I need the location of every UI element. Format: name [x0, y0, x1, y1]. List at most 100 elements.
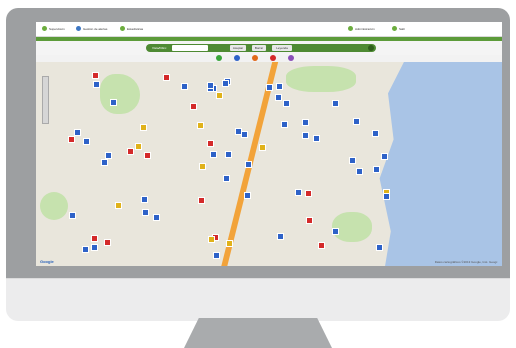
monitor-bezel: Supervisión Gestión de alertas Estadísti… — [6, 8, 510, 278]
nav-label: Estadísticas — [127, 26, 144, 31]
map-marker-icon[interactable] — [141, 195, 149, 203]
map-marker-icon[interactable] — [224, 151, 232, 159]
map-marker-icon[interactable] — [276, 82, 284, 90]
zoom-control[interactable] — [42, 76, 49, 124]
nav-item-stats[interactable]: Estadísticas — [120, 26, 143, 31]
map-marker-icon[interactable] — [375, 244, 383, 252]
map-marker-icon[interactable] — [82, 246, 90, 254]
map-marker-icon[interactable] — [265, 84, 273, 92]
sea-area — [379, 62, 502, 266]
map-marker-icon[interactable] — [331, 100, 339, 108]
map-marker-icon[interactable] — [302, 132, 310, 140]
map-marker-icon[interactable] — [282, 100, 290, 108]
map-marker-icon[interactable] — [317, 241, 325, 249]
map-marker-icon[interactable] — [243, 191, 251, 199]
map-marker-icon[interactable] — [126, 147, 134, 155]
legend-dot[interactable] — [252, 55, 258, 61]
map-marker-icon[interactable] — [348, 157, 356, 165]
map-marker-icon[interactable] — [222, 80, 230, 88]
map-marker-icon[interactable] — [373, 165, 381, 173]
map-marker-icon[interactable] — [352, 118, 360, 126]
map-marker-icon[interactable] — [68, 136, 76, 144]
legend-button[interactable]: Leyenda — [272, 45, 292, 51]
map-marker-icon[interactable] — [100, 158, 108, 166]
google-logo: Google — [40, 259, 54, 264]
nav-label: Administración — [355, 26, 375, 31]
globe-icon — [76, 26, 81, 31]
map-marker-icon[interactable] — [82, 138, 90, 146]
leaf-icon — [42, 26, 47, 31]
map-view[interactable]: Google Datos cartográficos ©2013 Google,… — [36, 62, 502, 266]
map-marker-icon[interactable] — [222, 174, 230, 182]
map-marker-icon[interactable] — [115, 202, 123, 210]
monitor-stand — [184, 318, 332, 348]
map-marker-icon[interactable] — [109, 99, 117, 107]
map-marker-icon[interactable] — [382, 193, 390, 201]
top-nav: Supervisión Gestión de alertas Estadísti… — [36, 22, 502, 37]
status-legend — [216, 55, 294, 61]
map-marker-icon[interactable] — [313, 134, 321, 142]
accept-button[interactable]: Aceptar — [230, 45, 246, 51]
nav-item-supervision[interactable]: Supervisión — [42, 26, 65, 31]
map-marker-icon[interactable] — [163, 73, 171, 81]
map-marker-icon[interactable] — [280, 121, 288, 129]
map-credit: Datos cartográficos ©2013 Google, Inst. … — [434, 260, 498, 264]
nav-item-admin[interactable]: Administración — [348, 26, 375, 31]
map-marker-icon[interactable] — [92, 71, 100, 79]
map-marker-icon[interactable] — [139, 124, 147, 132]
search-icon[interactable] — [368, 45, 374, 51]
map-marker-icon[interactable] — [206, 82, 214, 90]
filter-label: Vista/Filtro: — [152, 46, 167, 50]
map-marker-icon[interactable] — [371, 129, 379, 137]
map-marker-icon[interactable] — [197, 197, 205, 205]
legend-dot[interactable] — [288, 55, 294, 61]
map-marker-icon[interactable] — [141, 209, 149, 217]
leaf-icon — [348, 26, 353, 31]
map-marker-icon[interactable] — [274, 93, 282, 101]
map-marker-icon[interactable] — [144, 152, 152, 160]
map-marker-icon[interactable] — [225, 240, 233, 248]
monitor-chin — [6, 278, 510, 321]
park-area — [332, 212, 372, 242]
map-marker-icon[interactable] — [355, 168, 363, 176]
map-marker-icon[interactable] — [381, 152, 389, 160]
nav-item-logout[interactable]: Salir — [392, 26, 405, 31]
filter-select[interactable] — [172, 45, 208, 51]
map-marker-icon[interactable] — [190, 102, 198, 110]
app-screen: Supervisión Gestión de alertas Estadísti… — [36, 22, 502, 266]
map-marker-icon[interactable] — [277, 233, 285, 241]
map-marker-icon[interactable] — [234, 127, 242, 135]
legend-dot[interactable] — [234, 55, 240, 61]
map-marker-icon[interactable] — [295, 189, 303, 197]
map-marker-icon[interactable] — [104, 238, 112, 246]
map-marker-icon[interactable] — [68, 211, 76, 219]
nav-item-alerts[interactable]: Gestión de alertas — [76, 26, 107, 31]
map-marker-icon[interactable] — [305, 189, 313, 197]
map-marker-icon[interactable] — [206, 139, 214, 147]
map-marker-icon[interactable] — [216, 91, 224, 99]
map-marker-icon[interactable] — [212, 251, 220, 259]
park-area — [286, 66, 356, 92]
map-marker-icon[interactable] — [197, 122, 205, 130]
park-area — [100, 74, 140, 114]
monitor: Supervisión Gestión de alertas Estadísti… — [6, 8, 510, 321]
map-marker-icon[interactable] — [134, 142, 142, 150]
legend-dot[interactable] — [216, 55, 222, 61]
map-marker-icon[interactable] — [210, 151, 218, 159]
map-marker-icon[interactable] — [92, 80, 100, 88]
map-marker-icon[interactable] — [152, 213, 160, 221]
clear-button[interactable]: Borrar — [252, 45, 266, 51]
map-marker-icon[interactable] — [91, 234, 99, 242]
leaf-icon — [120, 26, 125, 31]
map-marker-icon[interactable] — [91, 243, 99, 251]
map-marker-icon[interactable] — [331, 228, 339, 236]
map-marker-icon[interactable] — [208, 235, 216, 243]
map-marker-icon[interactable] — [199, 162, 207, 170]
map-marker-icon[interactable] — [258, 144, 266, 152]
map-marker-icon[interactable] — [306, 216, 314, 224]
map-marker-icon[interactable] — [181, 82, 188, 90]
map-marker-icon[interactable] — [301, 118, 309, 126]
legend-dot[interactable] — [270, 55, 276, 61]
map-marker-icon[interactable] — [245, 160, 253, 168]
map-marker-icon[interactable] — [241, 130, 249, 138]
